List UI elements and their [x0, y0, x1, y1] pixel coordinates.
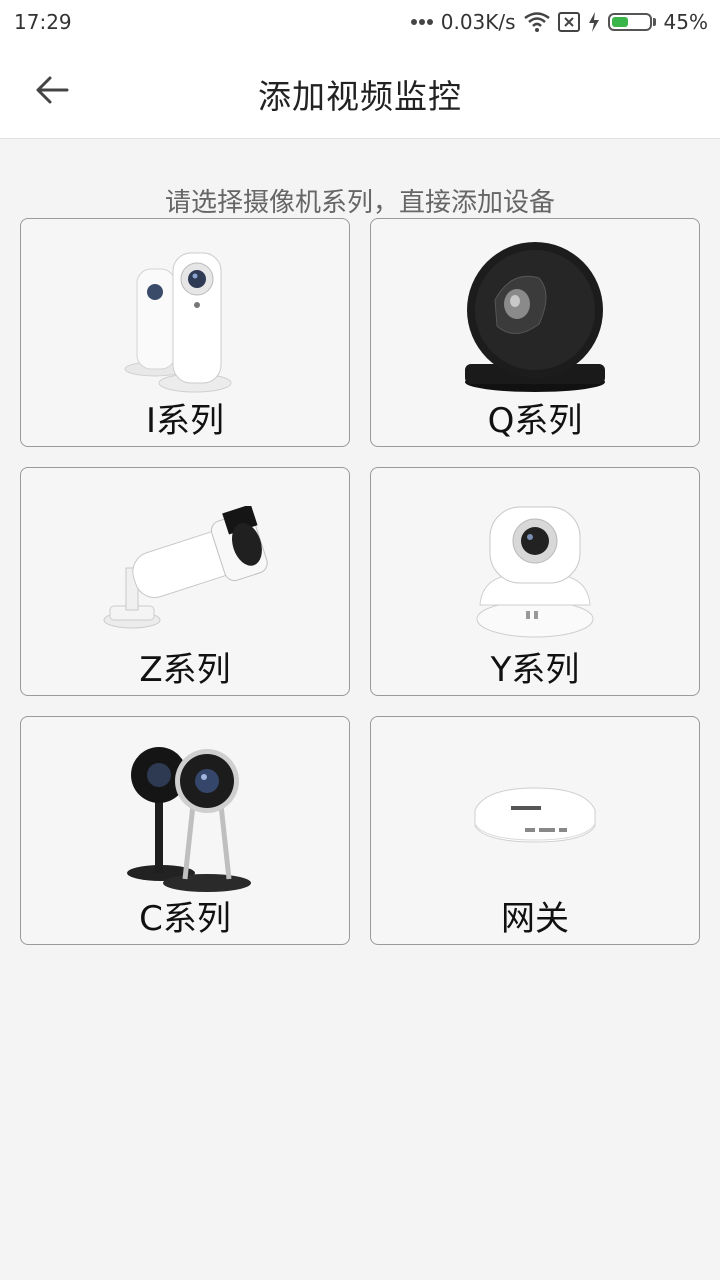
series-label-q: Q系列	[487, 401, 583, 441]
page-title: 添加视频监控	[258, 77, 462, 116]
c-series-camera-image	[21, 735, 349, 905]
series-card-gateway[interactable]: 网关	[370, 716, 700, 945]
header: 添加视频监控	[0, 44, 720, 139]
z-series-bullet-camera-image	[21, 486, 349, 656]
series-grid: I系列 Q系列 Z系列 Y系列 C系列 网关	[20, 218, 700, 945]
gateway-device-image	[371, 735, 699, 905]
series-card-z[interactable]: Z系列	[20, 467, 350, 696]
status-bar: 17:29 0.03K/s 45%	[0, 0, 720, 44]
status-time: 17:29	[14, 10, 72, 34]
sim-x-icon	[557, 12, 580, 32]
more-dots-icon	[410, 18, 433, 26]
series-label-z: Z系列	[139, 650, 231, 690]
network-speed: 0.03K/s	[440, 10, 516, 34]
battery-fill	[611, 17, 628, 27]
series-card-c[interactable]: C系列	[20, 716, 350, 945]
charging-bolt-icon	[588, 12, 600, 32]
y-series-pan-tilt-camera-image	[371, 486, 699, 656]
series-label-i: I系列	[145, 401, 225, 441]
i-series-camera-image	[21, 237, 349, 407]
wifi-icon	[523, 12, 550, 32]
battery-percent: 45%	[663, 10, 708, 34]
q-series-camera-image	[371, 237, 699, 407]
series-label-c: C系列	[139, 899, 231, 939]
series-label-y: Y系列	[490, 650, 580, 690]
battery-icon	[607, 13, 656, 31]
series-card-y[interactable]: Y系列	[370, 467, 700, 696]
instruction-text: 请选择摄像机系列，直接添加设备	[164, 188, 555, 218]
status-icons: 0.03K/s 45%	[410, 10, 708, 34]
series-card-q[interactable]: Q系列	[370, 218, 700, 447]
series-label-gateway: 网关	[501, 899, 569, 939]
series-card-i[interactable]: I系列	[20, 218, 350, 447]
